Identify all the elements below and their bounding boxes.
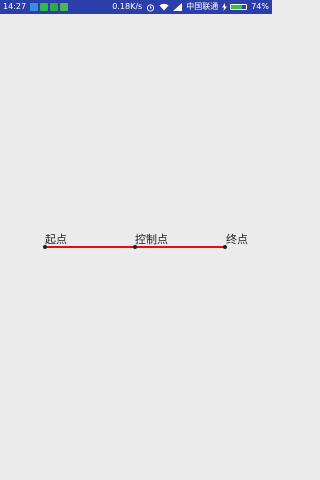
carrier-name: 中国联通: [186, 2, 219, 11]
battery-percent: 74%: [251, 2, 269, 11]
message-icon: [50, 3, 59, 11]
control-label: 控制点: [135, 233, 168, 246]
alarm-icon: [146, 3, 155, 12]
status-left: 14:27: [3, 0, 70, 14]
notification-app-icon: [30, 3, 39, 11]
signal-icon: [173, 3, 183, 11]
battery-fill: [231, 5, 243, 9]
battery-icon: [230, 4, 248, 10]
bezier-canvas[interactable]: 起点 控制点 终点: [0, 14, 272, 480]
status-bar: 14:27 0.18K/s 中国联通 74%: [0, 0, 272, 14]
app-icon: [60, 3, 69, 11]
status-time: 14:27: [3, 2, 27, 11]
net-speed: 0.18K/s: [112, 2, 143, 11]
wechat-icon: [40, 3, 49, 11]
status-right: 0.18K/s 中国联通 74%: [108, 0, 269, 14]
wifi-icon: [159, 3, 169, 11]
end-label: 终点: [226, 233, 248, 246]
start-label: 起点: [45, 233, 67, 246]
charging-icon: [222, 3, 228, 11]
